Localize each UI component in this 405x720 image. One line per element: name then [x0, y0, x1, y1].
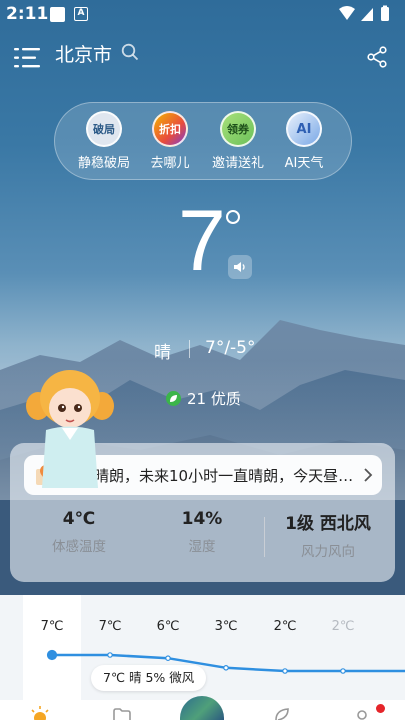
quick-entry-ai-weather[interactable]: AI AI天气 — [269, 111, 339, 171]
hourly-temp: 3℃ — [214, 619, 238, 634]
hourly-tooltip: 7℃ 晴 5% 微风 — [91, 665, 207, 691]
quick-entry-label: 静稳破局 — [77, 156, 130, 171]
status-icons — [339, 5, 389, 21]
hourly-point — [282, 668, 288, 674]
divider — [189, 340, 190, 358]
hourly-point — [165, 655, 171, 662]
header: 北京市 — [0, 38, 405, 74]
search-icon[interactable] — [121, 43, 139, 61]
hourly-point — [107, 652, 113, 658]
quick-entry-badge: AI — [286, 111, 322, 147]
city-name[interactable]: 北京市 — [55, 40, 112, 67]
quick-entry-label: 去哪儿 — [150, 156, 190, 171]
quick-entry-badge: 破局 — [86, 111, 122, 147]
current-temperature: 7 — [178, 193, 226, 289]
status-bar: 2:11 A — [0, 0, 405, 30]
quick-entry-label: 邀请送礼 — [211, 156, 264, 171]
wifi-icon — [339, 6, 355, 20]
notification-square-icon — [50, 7, 65, 22]
leaf-icon — [166, 391, 181, 406]
weather-condition: 晴 — [154, 343, 171, 363]
signal-icon — [361, 8, 373, 21]
hourly-point — [46, 649, 58, 661]
hourly-temp: 6℃ — [156, 619, 180, 634]
degree-icon — [226, 210, 240, 224]
stat-value: 1级 西北风 — [285, 514, 371, 534]
hourly-temp: 2℃ — [331, 619, 355, 634]
stat-label: 体感温度 — [52, 539, 106, 555]
status-time: 2:11 — [6, 4, 49, 24]
air-quality-text: 21 优质 — [187, 390, 241, 408]
quick-entry-bar: 破局 静稳破局 折扣 去哪儿 领券 邀请送礼 AI AI天气 — [54, 102, 352, 180]
stat-label: 湿度 — [188, 539, 216, 555]
hourly-temp: 7℃ — [40, 619, 64, 634]
temperature-range: 7°/-5° — [205, 338, 256, 358]
hourly-point — [223, 664, 229, 671]
quick-entry-badge: 领券 — [220, 111, 256, 147]
battery-icon — [381, 7, 389, 21]
quick-entry-qunar[interactable]: 折扣 去哪儿 — [135, 111, 205, 171]
air-quality[interactable]: 21 优质 — [166, 388, 241, 409]
earth-center-tab-icon[interactable] — [180, 696, 224, 720]
chevron-right-icon — [364, 468, 373, 482]
notification-dot — [376, 704, 385, 713]
hourly-temp: 7℃ — [98, 619, 122, 634]
quick-entry-invite[interactable]: 领券 邀请送礼 — [203, 111, 273, 171]
video-tab-icon[interactable] — [112, 708, 132, 720]
menu-icon[interactable] — [14, 46, 42, 70]
weather-stats: 4℃ 体感温度 14% 湿度 1级 西北风 风力风向 — [10, 509, 395, 569]
stat-value: 14% — [181, 509, 223, 529]
speaker-icon[interactable] — [228, 255, 252, 279]
quick-entry-badge: 折扣 — [152, 111, 188, 147]
quick-entry-stable[interactable]: 破局 静稳破局 — [69, 111, 139, 171]
discover-tab-icon[interactable] — [272, 708, 292, 720]
cartoon-character-image[interactable] — [24, 368, 116, 488]
quick-entry-label: AI天气 — [284, 156, 324, 171]
hourly-temp: 2℃ — [273, 619, 297, 634]
notification-a-icon: A — [74, 7, 88, 21]
hourly-point — [340, 668, 346, 674]
stat-wind: 1级 西北风 风力风向 — [264, 509, 392, 560]
stat-humidity: 14% 湿度 — [138, 509, 266, 555]
stat-value: 4℃ — [62, 509, 96, 529]
share-icon[interactable] — [367, 46, 387, 68]
weather-tab-icon[interactable] — [30, 706, 50, 720]
profile-tab-icon[interactable] — [356, 710, 368, 720]
stat-feels-like: 4℃ 体感温度 — [15, 509, 143, 555]
bottom-navigation — [0, 696, 405, 720]
stat-label: 风力风向 — [301, 544, 355, 560]
